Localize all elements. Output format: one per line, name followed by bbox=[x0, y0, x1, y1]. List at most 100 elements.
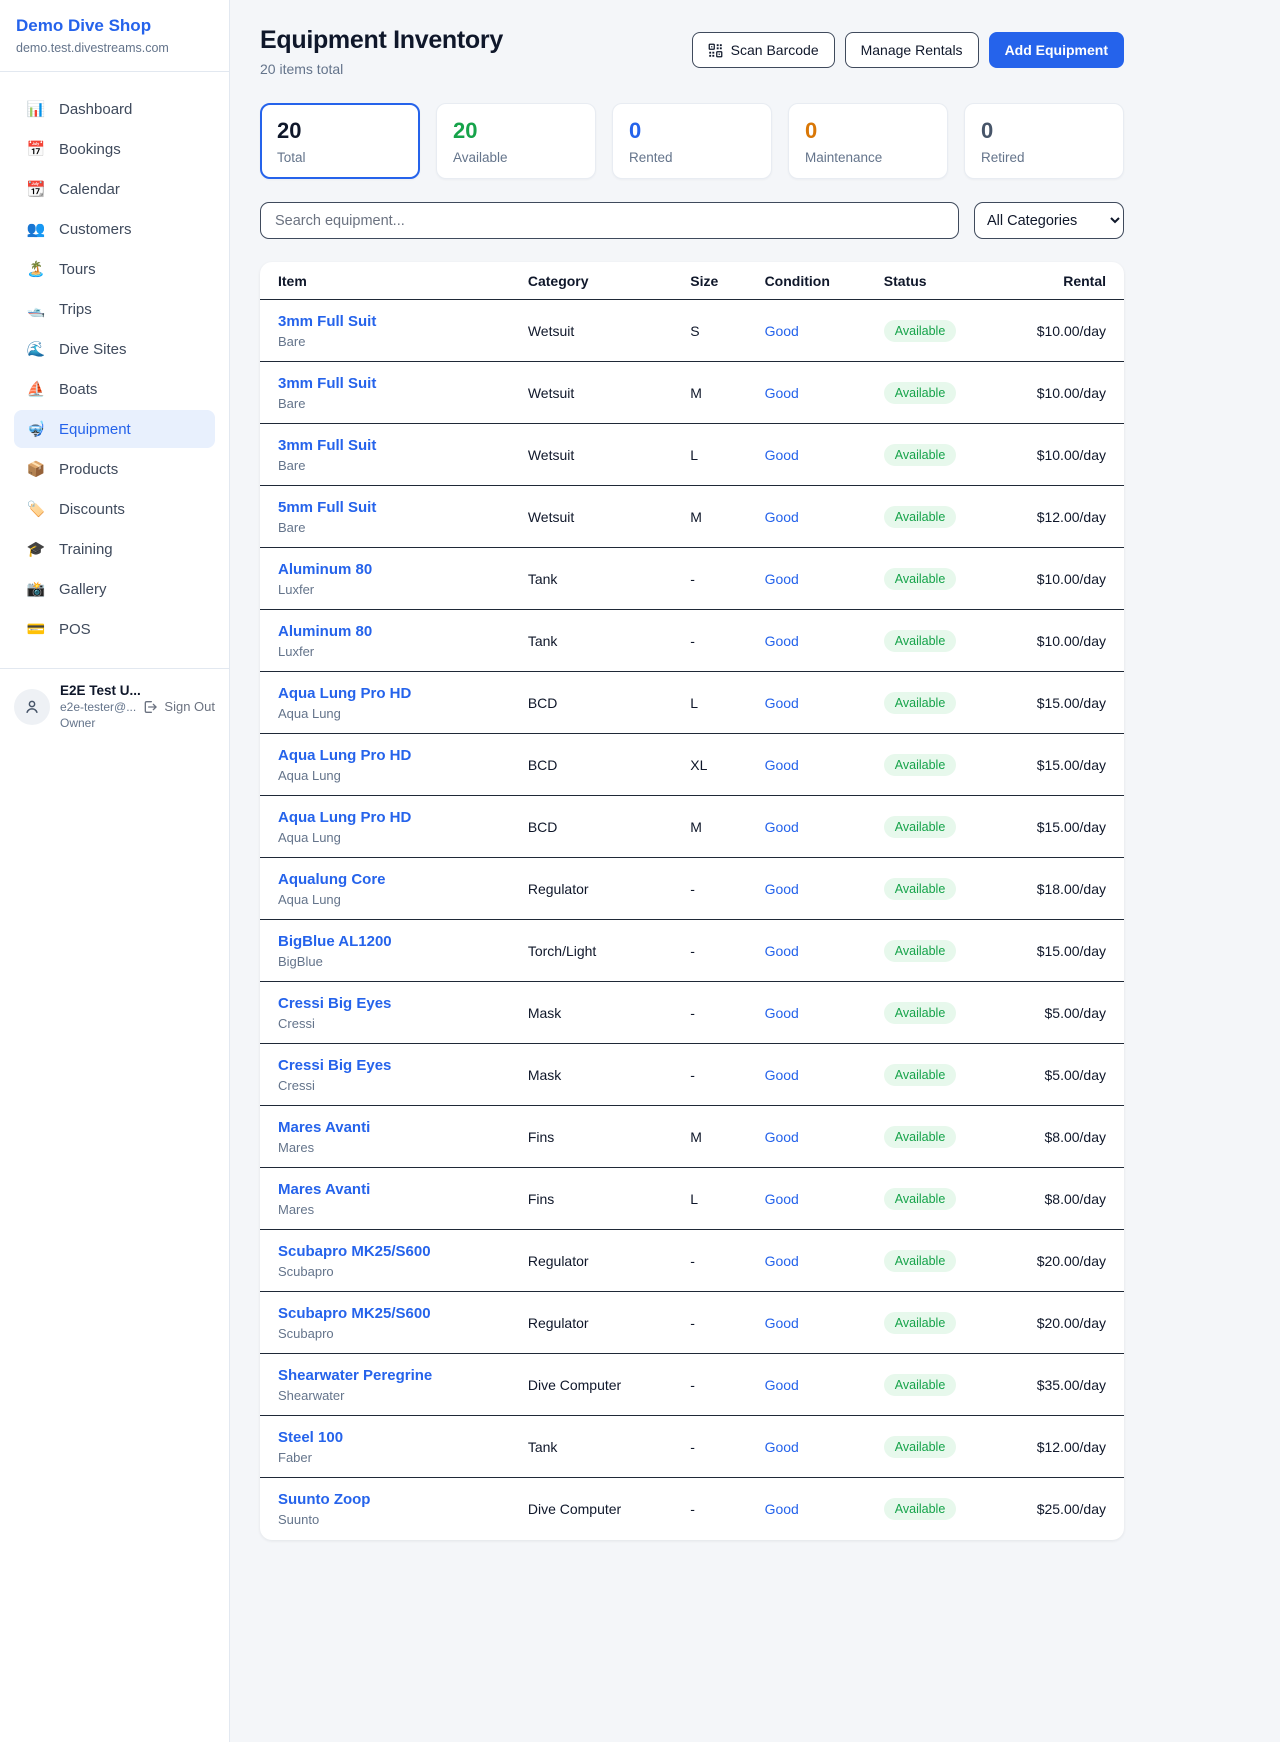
sidebar-item-products[interactable]: 📦 Products bbox=[14, 450, 215, 488]
status-badge: Available bbox=[884, 1374, 957, 1396]
item-link[interactable]: 3mm Full Suit bbox=[278, 437, 528, 454]
manage-rentals-button[interactable]: Manage Rentals bbox=[845, 32, 979, 68]
status-badge: Available bbox=[884, 1436, 957, 1458]
add-equipment-button[interactable]: Add Equipment bbox=[989, 32, 1124, 68]
item-link[interactable]: Steel 100 bbox=[278, 1429, 528, 1446]
item-link[interactable]: Shearwater Peregrine bbox=[278, 1367, 528, 1384]
status-badge: Available bbox=[884, 320, 957, 342]
item-link[interactable]: Aqua Lung Pro HD bbox=[278, 747, 528, 764]
sidebar-item-label: Bookings bbox=[59, 141, 121, 158]
item-link[interactable]: Cressi Big Eyes bbox=[278, 995, 528, 1012]
sidebar-item-label: Dive Sites bbox=[59, 341, 127, 358]
category-cell: Dive Computer bbox=[528, 1354, 690, 1416]
sidebar-item-boats[interactable]: ⛵ Boats bbox=[14, 370, 215, 408]
customers-icon: 👥 bbox=[26, 220, 46, 238]
item-brand: Bare bbox=[278, 334, 528, 349]
item-link[interactable]: 3mm Full Suit bbox=[278, 313, 528, 330]
stat-card-available[interactable]: 20 Available bbox=[436, 103, 596, 179]
sidebar-item-bookings[interactable]: 📅 Bookings bbox=[14, 130, 215, 168]
category-cell: Wetsuit bbox=[528, 486, 690, 548]
sidebar-item-dive-sites[interactable]: 🌊 Dive Sites bbox=[14, 330, 215, 368]
sidebar-item-calendar[interactable]: 📆 Calendar bbox=[14, 170, 215, 208]
condition-link[interactable]: Good bbox=[765, 447, 799, 463]
table-row: Aqualung Core Aqua Lung Regulator - Good… bbox=[260, 858, 1124, 920]
item-link[interactable]: Scubapro MK25/S600 bbox=[278, 1243, 528, 1260]
condition-link[interactable]: Good bbox=[765, 1005, 799, 1021]
brand-title: Demo Dive Shop bbox=[16, 16, 213, 36]
item-link[interactable]: 5mm Full Suit bbox=[278, 499, 528, 516]
size-cell: L bbox=[690, 1168, 764, 1230]
item-brand: Suunto bbox=[278, 1512, 528, 1527]
condition-link[interactable]: Good bbox=[765, 509, 799, 525]
item-link[interactable]: Aluminum 80 bbox=[278, 561, 528, 578]
item-link[interactable]: 3mm Full Suit bbox=[278, 375, 528, 392]
sidebar-item-equipment[interactable]: 🤿 Equipment bbox=[14, 410, 215, 448]
category-cell: Mask bbox=[528, 1044, 690, 1106]
sign-out-button[interactable]: Sign Out bbox=[142, 699, 215, 715]
status-badge: Available bbox=[884, 506, 957, 528]
avatar bbox=[14, 689, 50, 725]
status-badge: Available bbox=[884, 940, 957, 962]
item-link[interactable]: Scubapro MK25/S600 bbox=[278, 1305, 528, 1322]
person-icon bbox=[23, 698, 41, 716]
stat-value: 0 bbox=[981, 118, 1107, 144]
stat-label: Retired bbox=[981, 150, 1107, 165]
scan-barcode-button[interactable]: Scan Barcode bbox=[692, 32, 835, 68]
sidebar-item-training[interactable]: 🎓 Training bbox=[14, 530, 215, 568]
item-brand: Luxfer bbox=[278, 644, 528, 659]
condition-link[interactable]: Good bbox=[765, 819, 799, 835]
condition-link[interactable]: Good bbox=[765, 633, 799, 649]
condition-link[interactable]: Good bbox=[765, 1191, 799, 1207]
sidebar-item-pos[interactable]: 💳 POS bbox=[14, 610, 215, 648]
item-link[interactable]: Mares Avanti bbox=[278, 1181, 528, 1198]
stat-card-rented[interactable]: 0 Rented bbox=[612, 103, 772, 179]
status-badge: Available bbox=[884, 1064, 957, 1086]
item-brand: BigBlue bbox=[278, 954, 528, 969]
sidebar-item-dashboard[interactable]: 📊 Dashboard bbox=[14, 90, 215, 128]
condition-link[interactable]: Good bbox=[765, 1315, 799, 1331]
condition-link[interactable]: Good bbox=[765, 571, 799, 587]
item-link[interactable]: Aqua Lung Pro HD bbox=[278, 685, 528, 702]
rental-cell: $5.00/day bbox=[1008, 1044, 1124, 1106]
condition-link[interactable]: Good bbox=[765, 323, 799, 339]
table-row: Scubapro MK25/S600 Scubapro Regulator - … bbox=[260, 1292, 1124, 1354]
stat-card-retired[interactable]: 0 Retired bbox=[964, 103, 1124, 179]
condition-link[interactable]: Good bbox=[765, 1439, 799, 1455]
size-cell: - bbox=[690, 920, 764, 982]
sidebar-item-label: Trips bbox=[59, 301, 92, 318]
sidebar-item-gallery[interactable]: 📸 Gallery bbox=[14, 570, 215, 608]
item-link[interactable]: Suunto Zoop bbox=[278, 1491, 528, 1508]
sidebar-item-trips[interactable]: 🛥️ Trips bbox=[14, 290, 215, 328]
manage-rentals-label: Manage Rentals bbox=[861, 42, 963, 58]
sidebar-item-customers[interactable]: 👥 Customers bbox=[14, 210, 215, 248]
column-header-status: Status bbox=[884, 262, 1008, 300]
item-link[interactable]: BigBlue AL1200 bbox=[278, 933, 528, 950]
condition-link[interactable]: Good bbox=[765, 1067, 799, 1083]
stat-card-total[interactable]: 20 Total bbox=[260, 103, 420, 179]
table-row: Scubapro MK25/S600 Scubapro Regulator - … bbox=[260, 1230, 1124, 1292]
item-link[interactable]: Aqualung Core bbox=[278, 871, 528, 888]
condition-link[interactable]: Good bbox=[765, 1501, 799, 1517]
sidebar-item-discounts[interactable]: 🏷️ Discounts bbox=[14, 490, 215, 528]
sidebar-item-tours[interactable]: 🏝️ Tours bbox=[14, 250, 215, 288]
stat-card-maintenance[interactable]: 0 Maintenance bbox=[788, 103, 948, 179]
condition-link[interactable]: Good bbox=[765, 385, 799, 401]
category-select[interactable]: All Categories bbox=[974, 202, 1124, 239]
item-link[interactable]: Mares Avanti bbox=[278, 1119, 528, 1136]
condition-link[interactable]: Good bbox=[765, 695, 799, 711]
item-link[interactable]: Aluminum 80 bbox=[278, 623, 528, 640]
condition-link[interactable]: Good bbox=[765, 1129, 799, 1145]
item-link[interactable]: Cressi Big Eyes bbox=[278, 1057, 528, 1074]
condition-link[interactable]: Good bbox=[765, 1253, 799, 1269]
condition-link[interactable]: Good bbox=[765, 1377, 799, 1393]
condition-link[interactable]: Good bbox=[765, 757, 799, 773]
equipment-table-card: Item Category Size Condition Status Rent… bbox=[260, 262, 1124, 1540]
status-badge: Available bbox=[884, 1312, 957, 1334]
size-cell: - bbox=[690, 1416, 764, 1478]
condition-link[interactable]: Good bbox=[765, 881, 799, 897]
item-link[interactable]: Aqua Lung Pro HD bbox=[278, 809, 528, 826]
condition-link[interactable]: Good bbox=[765, 943, 799, 959]
size-cell: - bbox=[690, 1230, 764, 1292]
search-input[interactable] bbox=[260, 202, 959, 239]
item-brand: Mares bbox=[278, 1140, 528, 1155]
